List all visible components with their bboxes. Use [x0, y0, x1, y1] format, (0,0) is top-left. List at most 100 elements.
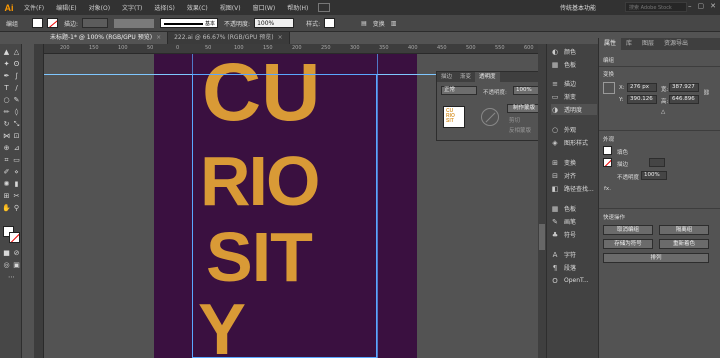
lasso-icon[interactable]: ʘ: [12, 60, 21, 69]
screen-mode-icon[interactable]: ▣: [12, 261, 21, 270]
menu-file[interactable]: 文件(F): [18, 3, 50, 12]
menu-help[interactable]: 帮助(H): [281, 3, 314, 12]
rotate-icon[interactable]: ↻: [2, 120, 11, 129]
symbol-sprayer-icon[interactable]: ✺: [2, 180, 11, 189]
distribute-icon[interactable]: ▥: [391, 20, 397, 27]
draw-normal-icon[interactable]: ◎: [2, 261, 11, 270]
dock-appearance[interactable]: ○ 外观: [551, 124, 576, 135]
stroke-weight-input[interactable]: [82, 18, 109, 28]
vertical-scrollbar[interactable]: [538, 44, 546, 358]
shape-builder-icon[interactable]: ⊕: [2, 144, 11, 153]
stock-search-input[interactable]: 搜索 Adobe Stock: [625, 2, 687, 12]
tab-gradient[interactable]: 渐变: [456, 72, 475, 82]
tab-properties[interactable]: 属性: [599, 38, 622, 50]
close-tab-icon[interactable]: ×: [278, 34, 283, 41]
menu-window[interactable]: 窗口(W): [247, 3, 282, 12]
blend-icon[interactable]: ⋄: [12, 168, 21, 177]
blend-mode-select[interactable]: 正常: [441, 86, 477, 95]
graph-icon[interactable]: ▮: [12, 180, 21, 189]
align-icon[interactable]: ▤: [361, 20, 367, 27]
tab-libraries[interactable]: 库: [621, 38, 637, 50]
height-input[interactable]: 646.896: [669, 95, 699, 104]
y-input[interactable]: 390.126: [627, 95, 657, 104]
width-input[interactable]: 387.927: [669, 83, 699, 92]
shaper-icon[interactable]: ✏: [2, 108, 11, 117]
mesh-icon[interactable]: ⌗: [2, 156, 11, 165]
arrange-button[interactable]: 排列: [603, 253, 709, 263]
opacity-input[interactable]: 100%: [641, 171, 667, 180]
clip-checkbox[interactable]: 剪切: [509, 116, 520, 124]
opacity-input[interactable]: 100%: [513, 86, 541, 95]
more-tools-icon[interactable]: ⋯: [7, 273, 16, 282]
rotate-icon[interactable]: △: [661, 109, 665, 115]
dock-align[interactable]: ⊟ 对齐: [551, 170, 576, 181]
close-tab-icon[interactable]: ×: [156, 34, 161, 41]
dock-paragraph[interactable]: ¶ 段落: [551, 262, 576, 273]
slice-icon[interactable]: ✂: [12, 192, 21, 201]
invert-mask-checkbox[interactable]: 反相蒙版: [509, 126, 531, 134]
dock-color[interactable]: ◐ 颜色: [551, 46, 576, 57]
paintbrush-icon[interactable]: ✎: [12, 96, 21, 105]
magic-wand-icon[interactable]: ✦: [2, 60, 11, 69]
dock-pathfinder[interactable]: ◧ 路径查找...: [551, 183, 594, 194]
dock-stroke[interactable]: ≡ 描边: [551, 78, 576, 89]
workspace-switcher[interactable]: 传统基本功能: [560, 3, 596, 12]
ungroup-button[interactable]: 取消编组: [603, 225, 653, 235]
menu-effect[interactable]: 效果(C): [181, 3, 214, 12]
close-icon[interactable]: ✕: [710, 2, 716, 10]
dock-graphic-styles[interactable]: ◈ 图形样式: [551, 137, 588, 148]
dock-character[interactable]: A 字符: [551, 249, 576, 260]
tab-222-ai[interactable]: 222.ai @ 66.67% (RGB/GPU 预览) ×: [168, 32, 290, 44]
zoom-tool-icon[interactable]: ⚲: [12, 204, 21, 213]
stroke-swatch[interactable]: [603, 158, 612, 167]
dock-swatch-libs[interactable]: ▦ 色板: [551, 203, 576, 214]
brush-definition[interactable]: 基本: [160, 18, 219, 28]
eraser-icon[interactable]: ◊: [12, 108, 21, 117]
isolate-group-button[interactable]: 隔离组: [659, 225, 709, 235]
fill-swatch[interactable]: [603, 146, 612, 155]
selection-bounding-box[interactable]: [192, 74, 377, 358]
dock-transparency[interactable]: ◑ 透明度: [551, 104, 597, 115]
tab-layers[interactable]: 图层: [637, 38, 659, 50]
dock-transform[interactable]: ⊞ 变换: [551, 157, 576, 168]
variable-width-profile[interactable]: [114, 18, 155, 28]
tab-untitled-1[interactable]: 未标题-1* @ 100% (RGB/GPU 预览) ×: [44, 32, 169, 44]
minimize-icon[interactable]: –: [688, 2, 692, 10]
width-tool-icon[interactable]: ⋈: [2, 132, 11, 141]
stroke-color-swatch[interactable]: [9, 232, 20, 243]
scrollbar-thumb[interactable]: [539, 224, 545, 250]
dock-symbols[interactable]: ♣ 符号: [551, 229, 576, 240]
pen-tool-icon[interactable]: ✒: [2, 72, 11, 81]
direct-selection-tool-icon[interactable]: △: [12, 48, 21, 57]
maximize-icon[interactable]: ▢: [698, 2, 705, 10]
selection-tool-icon[interactable]: ▲: [2, 48, 11, 57]
menu-object[interactable]: 对象(O): [83, 3, 116, 12]
none-icon[interactable]: ⊘: [12, 249, 21, 258]
type-tool-icon[interactable]: T: [2, 84, 11, 93]
save-as-symbol-button[interactable]: 存储为符号: [603, 239, 653, 249]
stroke-swatch[interactable]: [47, 18, 59, 28]
curvature-icon[interactable]: ∫: [12, 72, 21, 81]
menu-select[interactable]: 选择(S): [148, 3, 181, 12]
dock-brushes[interactable]: ✎ 画笔: [551, 216, 576, 227]
bridge-icon[interactable]: [318, 3, 331, 12]
recolor-button[interactable]: 重新着色: [659, 239, 709, 249]
transform-link[interactable]: 变换: [373, 19, 385, 28]
scale-icon[interactable]: ⤡: [12, 120, 21, 129]
tab-asset-export[interactable]: 资源导出: [659, 38, 693, 50]
gradient-tool-icon[interactable]: ▭: [12, 156, 21, 165]
tab-transparency[interactable]: 透明度: [475, 72, 500, 82]
hand-tool-icon[interactable]: ✋: [2, 204, 11, 213]
free-transform-icon[interactable]: ⊡: [12, 132, 21, 141]
dock-gradient[interactable]: ▭ 渐变: [551, 91, 576, 102]
color-mode-icon[interactable]: ■: [2, 249, 11, 258]
dock-swatches[interactable]: ▦ 色板: [551, 59, 576, 70]
menu-type[interactable]: 文字(T): [116, 3, 148, 12]
ellipse-tool-icon[interactable]: ○: [2, 96, 11, 105]
menu-edit[interactable]: 编辑(E): [50, 3, 82, 12]
perspective-icon[interactable]: ⊿: [12, 144, 21, 153]
reference-point-icon[interactable]: [603, 82, 615, 94]
stroke-weight-input[interactable]: [649, 158, 665, 167]
fx-button[interactable]: fx.: [604, 186, 611, 192]
fill-swatch[interactable]: [32, 18, 44, 28]
